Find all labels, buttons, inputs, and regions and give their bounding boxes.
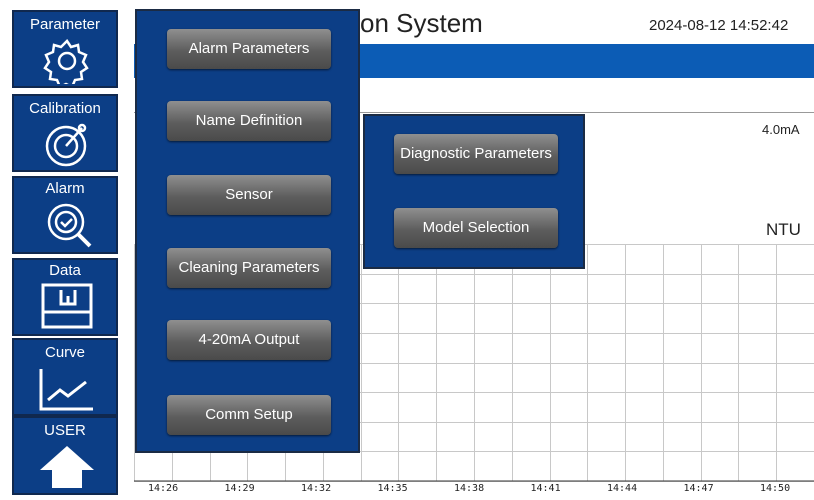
x-tick-label: 14:32 — [301, 483, 332, 494]
calibration-dial-icon — [45, 123, 87, 167]
alarm-magnifier-icon — [47, 203, 92, 248]
left-navigation: Parameter Calibration Alarm Data Curve U… — [0, 0, 134, 495]
nav-user-button[interactable]: USER — [12, 416, 118, 495]
parameter-menu: Alarm Parameters Name Definition Sensor … — [135, 9, 360, 453]
gear-icon — [43, 39, 89, 84]
unit-label: NTU — [766, 220, 801, 239]
comm-setup-button[interactable]: Comm Setup — [167, 395, 331, 435]
nav-alarm-button[interactable]: Alarm — [12, 176, 118, 254]
name-definition-button[interactable]: Name Definition — [167, 101, 331, 141]
x-tick-label: 14:29 — [224, 483, 255, 494]
x-tick-label: 14:47 — [683, 483, 714, 494]
x-tick-label: 14:41 — [530, 483, 561, 494]
nav-parameter-button[interactable]: Parameter — [12, 10, 118, 88]
data-folder-icon — [41, 283, 93, 329]
nav-curve-button[interactable]: Curve — [12, 338, 118, 416]
nav-data-label: Data — [49, 262, 81, 279]
nav-parameter-label: Parameter — [29, 16, 101, 33]
nav-data-button[interactable]: Data — [12, 258, 118, 336]
sensor-button[interactable]: Sensor — [167, 175, 331, 215]
x-tick-label: 14:38 — [454, 483, 485, 494]
app-title: on System — [360, 8, 483, 38]
x-tick-label: 14:50 — [760, 483, 791, 494]
nav-user-label: USER — [44, 422, 86, 439]
nav-alarm-label: Alarm — [45, 180, 85, 197]
nav-calibration-label: Calibration — [29, 100, 101, 117]
x-tick-label: 14:26 — [148, 483, 179, 494]
x-tick-label: 14:44 — [607, 483, 638, 494]
output-4-20ma-button[interactable]: 4-20mA Output — [167, 320, 331, 360]
alarm-parameters-button[interactable]: Alarm Parameters — [167, 29, 331, 69]
model-selection-button[interactable]: Model Selection — [394, 208, 558, 248]
nav-curve-label: Curve — [44, 344, 85, 361]
diagnostic-parameters-button[interactable]: Diagnostic Parameters — [394, 134, 558, 174]
home-icon — [40, 446, 94, 488]
curve-chart-icon — [39, 369, 93, 411]
cleaning-parameters-button[interactable]: Cleaning Parameters — [167, 248, 331, 288]
sensor-submenu: Diagnostic Parameters Model Selection — [363, 114, 585, 269]
x-tick-label: 14:35 — [377, 483, 408, 494]
nav-calibration-button[interactable]: Calibration — [12, 94, 118, 172]
datetime-display: 2024-08-12 14:52:42 — [649, 17, 789, 34]
current-output-value: 4.0mA — [762, 122, 800, 137]
